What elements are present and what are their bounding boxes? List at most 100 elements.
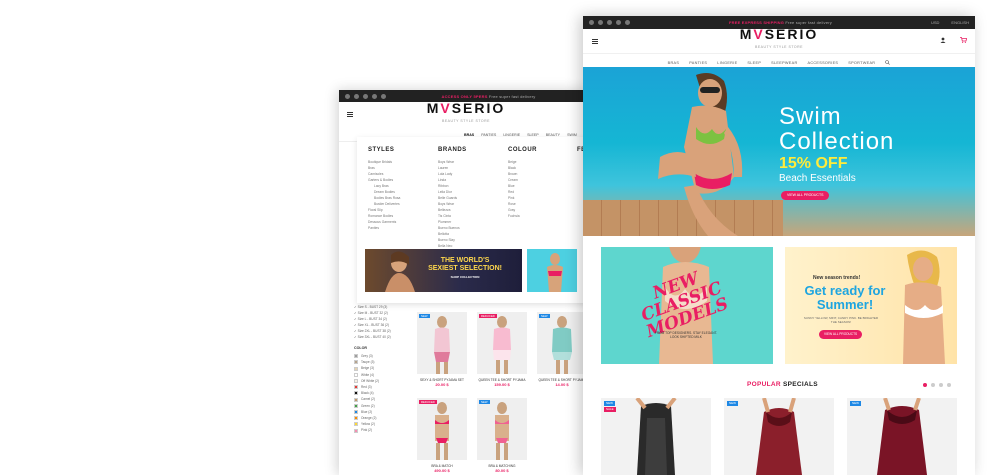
tab-popular[interactable]: POPULAR: [747, 381, 781, 388]
front-window: FREE EXPRESS SHIPPING Free super fast de…: [583, 16, 975, 475]
mega-col-title: STYLES: [368, 147, 395, 153]
promo-b-title: Get ready for Summer!: [804, 283, 886, 312]
nav-item-bras[interactable]: BRAS: [464, 133, 474, 137]
mega-link[interactable]: Panties: [368, 225, 400, 231]
promo-b-cta-button[interactable]: VIEW ALL PRODUCTS: [819, 330, 863, 339]
product-badge: NEW: [419, 314, 430, 318]
back-logo[interactable]: MVSERIO BEAUTY STYLE STORE: [427, 101, 506, 128]
carousel-pagination[interactable]: [923, 383, 951, 387]
color-swatch[interactable]: [354, 416, 358, 421]
twitter-icon[interactable]: [354, 93, 359, 99]
promo-banner-summer[interactable]: New season trends! Get ready for Summer! …: [785, 247, 957, 364]
mega-link[interactable]: Fuchsia: [508, 213, 537, 219]
color-swatch[interactable]: [354, 422, 358, 427]
nav-item-beauty[interactable]: BEAUTY: [546, 133, 560, 137]
mega-banner[interactable]: THE WORLD'S SEXIEST SELECTION! SHOP COLL…: [365, 249, 522, 292]
nav-item-sleepwear[interactable]: SLEEPWEAR: [771, 61, 797, 65]
color-swatch[interactable]: [354, 378, 358, 383]
color-swatch[interactable]: [354, 391, 358, 396]
nav-item-panties[interactable]: PANTIES: [481, 133, 496, 137]
nav-item-swim[interactable]: SWIM: [567, 133, 577, 137]
product-card[interactable]: NEW: [724, 398, 834, 475]
back-header: MVSERIO BEAUTY STYLE STORE: [339, 101, 593, 128]
currency-selector[interactable]: USD: [931, 20, 939, 25]
color-swatch[interactable]: [354, 385, 358, 390]
product-price: 14.00 $: [555, 382, 569, 387]
promo-b-subtitle: SUNNY YELLOW, MINT, CANDY PINK. BE BRIGH…: [803, 316, 879, 324]
twitter-icon[interactable]: [598, 20, 603, 25]
color-swatch[interactable]: [354, 366, 358, 371]
product-image[interactable]: REDUCED: [417, 398, 467, 460]
color-swatch[interactable]: [354, 403, 358, 408]
mega-col-styles: STYLES Boutique Bridals Bras Camisoles G…: [368, 147, 400, 231]
product-badge: NEW: [727, 401, 738, 406]
color-swatch[interactable]: [354, 354, 358, 359]
mega-col-colour: COLOUR Beige Black Brown Cream Blue Red …: [508, 147, 537, 219]
product-price: 159.00 $: [494, 382, 510, 387]
color-swatch[interactable]: [354, 372, 358, 377]
product-card[interactable]: NEW QUEEN TEE & SHORT PYJAMA 14.00 $: [537, 312, 587, 387]
user-icon[interactable]: [940, 37, 946, 45]
nav-item-sportwear[interactable]: SPORTWEAR: [848, 61, 875, 65]
nav-item-panties[interactable]: PANTIES: [689, 61, 707, 65]
color-swatch[interactable]: [354, 409, 358, 414]
product-image[interactable]: NEW: [477, 398, 527, 460]
back-promo-text: ACCESS ONLY 5PERS Free super fast delive…: [441, 93, 536, 99]
facebook-icon[interactable]: [345, 93, 350, 99]
product-image[interactable]: NEW: [417, 312, 467, 374]
product-price: 20.00 $: [435, 382, 449, 387]
hero-cta-button[interactable]: VIEW ALL PRODUCTS: [781, 191, 830, 200]
product-price: 80.00 $: [495, 468, 509, 473]
pinterest-icon[interactable]: [616, 20, 621, 25]
menu-icon[interactable]: [592, 39, 598, 44]
color-swatch-list: Grey (3) Taupe (3) Beige (3) White (4) Off W…: [354, 353, 391, 434]
product-card[interactable]: NEW: [847, 398, 957, 475]
language-selector[interactable]: ENGLISH: [951, 20, 969, 25]
hero-discount: 15% OFF: [779, 155, 848, 172]
pinterest-icon[interactable]: [372, 93, 377, 99]
front-logo[interactable]: MVSERIO BEAUTY STYLE STORE: [740, 27, 819, 54]
cart-icon[interactable]: [960, 37, 968, 45]
product-badge: REDUCED: [479, 314, 497, 318]
front-header: MVSERIO BEAUTY STYLE STORE: [583, 27, 975, 54]
menu-icon[interactable]: [347, 112, 353, 117]
nav-item-sleep[interactable]: SLEEP: [527, 133, 539, 137]
facebook-icon[interactable]: [589, 20, 594, 25]
color-swatch-option[interactable]: Pink (2): [354, 427, 391, 433]
google-plus-icon[interactable]: [363, 93, 368, 99]
product-badge: NEW: [850, 401, 861, 406]
product-image[interactable]: NEW: [537, 312, 587, 374]
mega-banner-secondary[interactable]: [527, 249, 577, 292]
mega-col-brands: BRANDS Boys Wear Lauren Lola Lady Linda …: [438, 147, 467, 255]
mega-col-title: COLOUR: [508, 147, 537, 153]
color-swatch[interactable]: [354, 397, 358, 402]
size-filter-option[interactable]: Size 3XL - BUST 40 (2): [354, 334, 391, 340]
nav-item-bras[interactable]: BRAS: [668, 61, 680, 65]
product-tabs: POPULAR SPECIALS: [583, 381, 975, 391]
nav-item-lingerie[interactable]: LINGERIE: [503, 133, 520, 137]
color-swatch[interactable]: [354, 360, 358, 365]
product-image[interactable]: REDUCED: [477, 312, 527, 374]
hero-subtitle: Beach Essentials: [779, 173, 856, 184]
product-card[interactable]: REDUCED QUEEN TEE & SHORT PYJAMA 159.00 …: [477, 312, 527, 387]
hero-slider[interactable]: Swim Collection 15% OFF Beach Essentials …: [583, 67, 975, 236]
hero-title: Swim Collection: [779, 103, 895, 155]
product-card[interactable]: NEW BRA & MATCHING 80.00 $: [477, 398, 527, 473]
search-icon[interactable]: [885, 59, 891, 66]
product-card[interactable]: REDUCED BRA & MATCH 490.00 $: [417, 398, 467, 473]
promo-banner-classic-models[interactable]: NEW CLASSIC MODELS FROM TOP DESIGNERS. STA…: [601, 247, 773, 364]
nav-item-accessories[interactable]: ACCESSORIES: [808, 61, 839, 65]
product-badge: REDUCED: [419, 400, 437, 404]
instagram-icon[interactable]: [381, 93, 386, 99]
product-card[interactable]: NEW SALE: [601, 398, 711, 475]
product-price: 490.00 $: [434, 468, 450, 473]
tab-specials[interactable]: SPECIALS: [783, 381, 818, 388]
nav-item-lingerie[interactable]: LINGERIE: [717, 61, 737, 65]
nav-item-sleep[interactable]: SLEEP: [747, 61, 761, 65]
google-plus-icon[interactable]: [607, 20, 612, 25]
color-swatch[interactable]: [354, 428, 358, 433]
instagram-icon[interactable]: [625, 20, 630, 25]
product-badge-sale: SALE: [604, 407, 616, 412]
product-card[interactable]: NEW SEXY & SHORT PYJAMA SET 20.00 $: [417, 312, 467, 387]
color-filter-title: COLOR: [354, 346, 367, 350]
